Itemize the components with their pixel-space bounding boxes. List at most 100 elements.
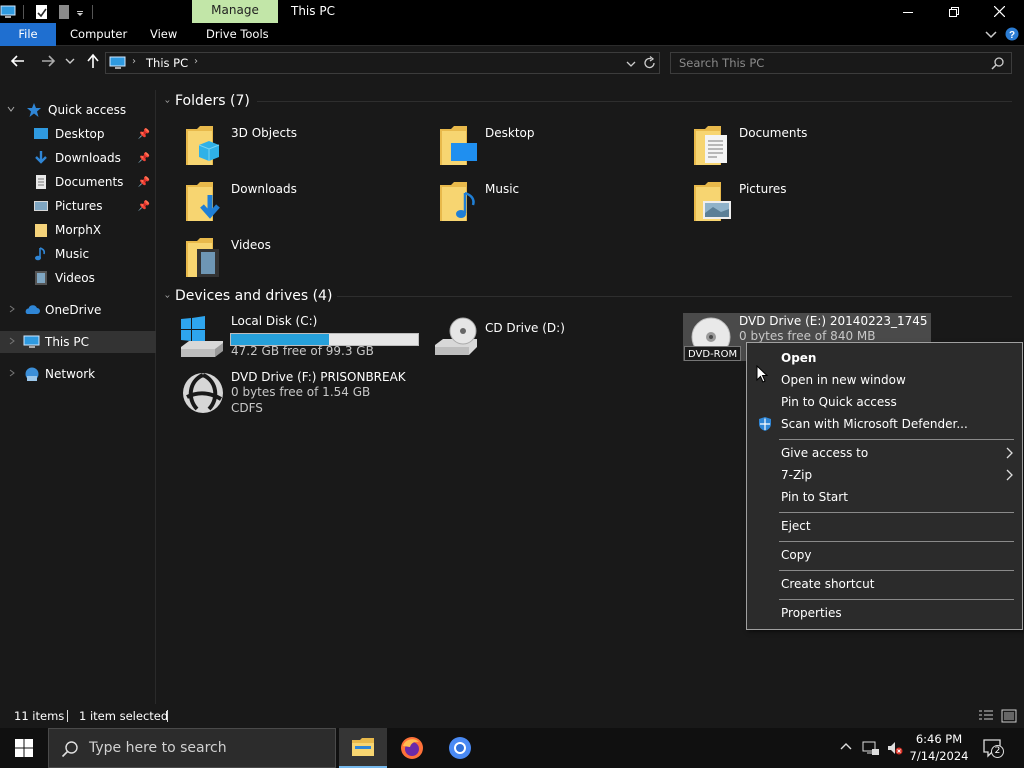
- folder-label: Documents: [739, 126, 808, 140]
- pin-icon[interactable]: 📌: [138, 177, 150, 188]
- pin-icon[interactable]: 📌: [138, 201, 150, 212]
- folder-pictures[interactable]: Pictures: [665, 177, 915, 229]
- devices-group-header[interactable]: › Devices and drives (4): [162, 286, 333, 306]
- folder-label: Music: [485, 182, 520, 196]
- folder-videos[interactable]: Videos: [157, 233, 407, 285]
- menu-item-7zip[interactable]: 7-Zip: [749, 464, 1020, 486]
- up-button[interactable]: [83, 53, 103, 73]
- drive-cd-d[interactable]: CD Drive (D:): [411, 313, 661, 367]
- nav-music[interactable]: Music: [0, 243, 156, 265]
- quick-access-toolbar: [0, 2, 93, 22]
- chevron-down-icon[interactable]: [985, 28, 997, 40]
- folder-desktop[interactable]: Desktop: [411, 121, 661, 173]
- tab-file[interactable]: File: [0, 23, 56, 46]
- menu-separator: [779, 599, 1014, 600]
- back-button[interactable]: [8, 53, 28, 73]
- close-button[interactable]: [976, 0, 1022, 23]
- this-pc-icon[interactable]: [0, 4, 17, 20]
- tab-drive-tools[interactable]: Drive Tools: [196, 23, 279, 46]
- taskbar-chromium[interactable]: [436, 728, 484, 768]
- taskbar: Type here to search 6:46 PM 7/14/2024 2: [0, 728, 1024, 768]
- nav-onedrive[interactable]: OneDrive: [0, 299, 156, 321]
- show-hidden-icons-icon[interactable]: [838, 740, 854, 756]
- breadcrumb-this-pc[interactable]: This PC: [146, 56, 188, 70]
- search-box[interactable]: [670, 52, 1012, 74]
- desktop-icon: [33, 126, 49, 142]
- new-folder-icon[interactable]: [56, 4, 72, 20]
- folder-music[interactable]: Music: [411, 177, 661, 229]
- forward-button[interactable]: [38, 53, 58, 73]
- menu-item-copy[interactable]: Copy: [749, 544, 1020, 566]
- menu-item-open-new-window[interactable]: Open in new window: [749, 369, 1020, 391]
- folder-icon: [33, 222, 49, 238]
- clock-time: 6:46 PM: [915, 732, 963, 746]
- pin-icon[interactable]: 📌: [138, 129, 150, 140]
- taskbar-firefox[interactable]: [388, 728, 436, 768]
- search-icon[interactable]: [991, 56, 1005, 73]
- breadcrumb-chevron-icon[interactable]: ›: [194, 56, 198, 67]
- menu-item-create-shortcut[interactable]: Create shortcut: [749, 573, 1020, 595]
- drive-local-disk-c[interactable]: Local Disk (C:) 47.2 GB free of 99.3 GB: [157, 313, 419, 367]
- title-bar: Manage This PC: [0, 0, 1024, 23]
- folder-documents[interactable]: Documents: [665, 121, 915, 173]
- nav-pictures[interactable]: Pictures 📌: [0, 195, 156, 217]
- music-note-icon: [33, 246, 49, 262]
- nav-this-pc[interactable]: This PC: [0, 331, 156, 353]
- menu-separator: [779, 570, 1014, 571]
- breadcrumb-chevron-icon: ›: [132, 56, 136, 67]
- address-dropdown-icon[interactable]: [626, 58, 636, 72]
- properties-icon[interactable]: [34, 4, 50, 20]
- nav-downloads[interactable]: Downloads 📌: [0, 147, 156, 169]
- menu-item-eject[interactable]: Eject: [749, 515, 1020, 537]
- taskbar-search-box[interactable]: Type here to search: [48, 728, 336, 768]
- folder-label: Desktop: [485, 126, 535, 140]
- menu-item-give-access[interactable]: Give access to: [749, 442, 1020, 464]
- drive-dvd-f[interactable]: DVD Drive (F:) PRISONBREAK 0 bytes free …: [157, 369, 407, 423]
- menu-item-pin-quick-access[interactable]: Pin to Quick access: [749, 391, 1020, 413]
- taskbar-file-explorer[interactable]: [339, 728, 387, 768]
- minimize-button[interactable]: [885, 0, 931, 23]
- menu-item-properties[interactable]: Properties: [749, 602, 1020, 624]
- chevron-collapsed-icon[interactable]: [8, 369, 16, 380]
- maximize-button[interactable]: [931, 0, 977, 23]
- folder-downloads[interactable]: Downloads: [157, 177, 407, 229]
- menu-item-open[interactable]: Open: [749, 347, 1020, 369]
- refresh-icon[interactable]: [643, 56, 656, 73]
- start-button[interactable]: [0, 728, 48, 768]
- chevron-expanded-icon[interactable]: [7, 105, 15, 116]
- nav-network[interactable]: Network: [0, 363, 156, 385]
- system-clock[interactable]: 6:46 PM 7/14/2024: [906, 731, 972, 765]
- nav-videos[interactable]: Videos: [0, 267, 156, 289]
- chevron-collapsed-icon[interactable]: [8, 305, 16, 316]
- action-center-icon[interactable]: 2: [982, 738, 1004, 758]
- nav-morphx[interactable]: MorphX: [0, 219, 156, 241]
- network-tray-icon[interactable]: [862, 740, 879, 756]
- nav-quick-access[interactable]: Quick access: [0, 99, 156, 121]
- manage-tab[interactable]: Manage: [192, 0, 278, 23]
- nav-documents[interactable]: Documents 📌: [0, 171, 156, 193]
- restore-icon: [949, 6, 959, 17]
- tab-view[interactable]: View: [140, 23, 187, 46]
- folders-group-header[interactable]: › Folders (7): [162, 91, 250, 111]
- menu-item-pin-start[interactable]: Pin to Start: [749, 486, 1020, 508]
- mouse-cursor-icon: [756, 364, 769, 387]
- this-pc-icon: [109, 55, 127, 74]
- tab-computer[interactable]: Computer: [60, 23, 137, 46]
- nav-desktop[interactable]: Desktop 📌: [0, 123, 156, 145]
- pictures-folder-icon: [693, 179, 733, 223]
- customize-toolbar-icon[interactable]: [74, 4, 86, 20]
- volume-muted-icon[interactable]: [886, 740, 903, 756]
- help-icon[interactable]: ?: [1005, 27, 1019, 41]
- recent-locations-button[interactable]: [63, 53, 77, 73]
- address-bar[interactable]: › This PC ›: [105, 52, 660, 74]
- folder-3d-objects[interactable]: 3D Objects: [157, 121, 407, 173]
- film-icon: [33, 270, 49, 286]
- chevron-collapsed-icon[interactable]: [8, 337, 16, 348]
- large-icons-view-icon[interactable]: [1001, 709, 1017, 726]
- nav-label: Pictures: [55, 199, 103, 213]
- details-view-icon[interactable]: [978, 709, 994, 726]
- cloud-icon: [23, 302, 40, 318]
- menu-item-scan-defender[interactable]: Scan with Microsoft Defender...: [749, 413, 1020, 435]
- search-input[interactable]: [679, 55, 979, 71]
- pin-icon[interactable]: 📌: [138, 153, 150, 164]
